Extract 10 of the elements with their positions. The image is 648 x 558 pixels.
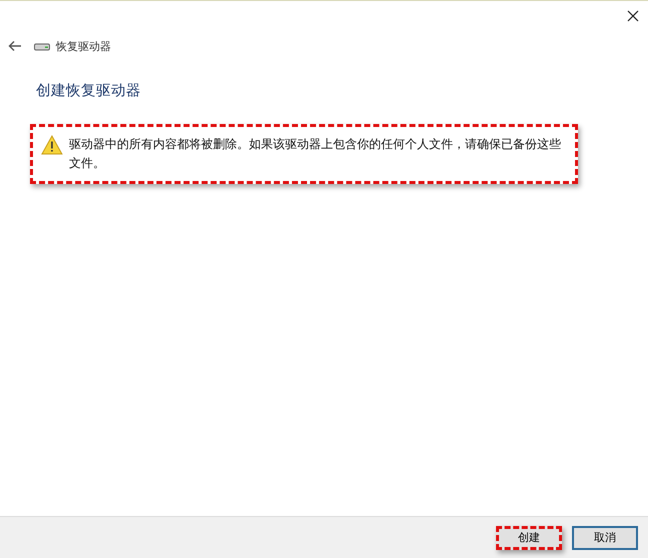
warning-message: 驱动器中的所有内容都将被删除。如果该驱动器上包含你的任何个人文件，请确保已备份这些文件。 [68, 136, 562, 172]
page-heading: 创建恢复驱动器 [36, 82, 142, 100]
warning-icon [41, 135, 63, 155]
breadcrumb-title: 恢复驱动器 [56, 38, 111, 54]
drive-icon [34, 42, 50, 50]
back-arrow-icon [8, 40, 22, 52]
close-icon [627, 10, 639, 22]
dialog-button[interactable]: 创建 [496, 526, 562, 550]
back-button[interactable] [8, 40, 22, 52]
dialog-button[interactable]: 取消 [572, 526, 638, 550]
